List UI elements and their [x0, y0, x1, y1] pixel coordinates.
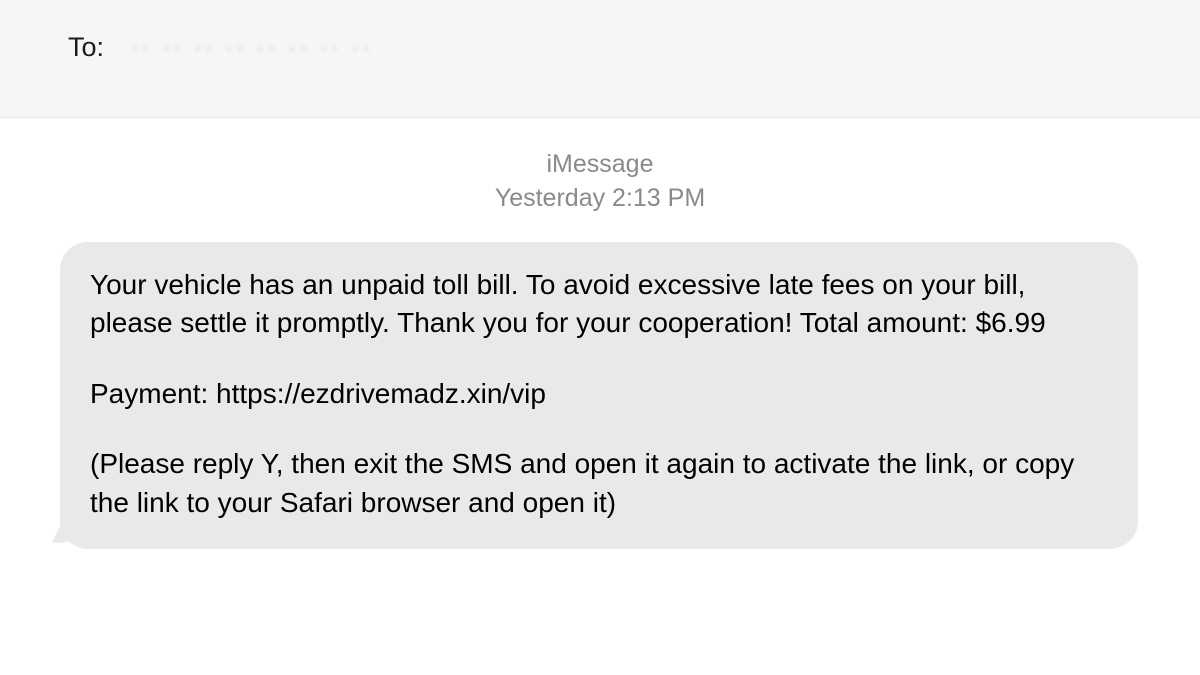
incoming-message-bubble[interactable]: Your vehicle has an unpaid toll bill. To…: [60, 242, 1138, 549]
message-text-2: Payment: https://ezdrivemadz.xin/vip: [90, 375, 1108, 414]
message-text-3: (Please reply Y, then exit the SMS and o…: [90, 445, 1108, 522]
conversation-area: iMessage Yesterday 2:13 PM Your vehicle …: [0, 118, 1200, 549]
service-label: iMessage: [60, 148, 1140, 182]
timestamp-label: Yesterday 2:13 PM: [60, 182, 1140, 216]
to-recipient-field[interactable]: ·· ·· ·· ·· ·· ·· ·· ··: [130, 32, 372, 63]
to-label: To:: [68, 32, 104, 63]
message-text-1: Your vehicle has an unpaid toll bill. To…: [90, 266, 1108, 343]
compose-header: To: ·· ·· ·· ·· ·· ·· ·· ··: [0, 0, 1200, 118]
message-meta: iMessage Yesterday 2:13 PM: [60, 148, 1140, 216]
